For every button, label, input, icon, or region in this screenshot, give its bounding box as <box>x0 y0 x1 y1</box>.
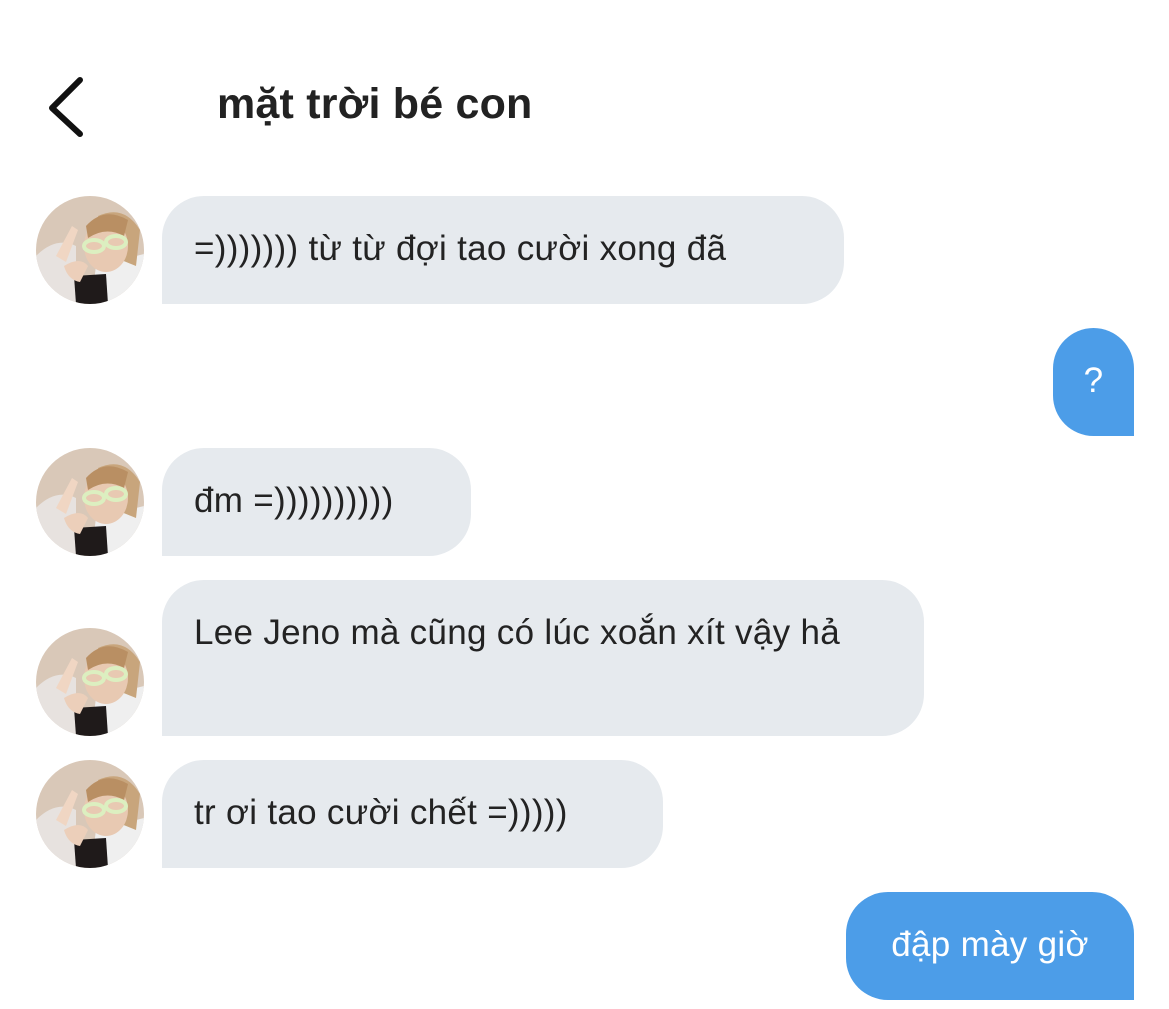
avatar[interactable] <box>36 760 144 868</box>
message-bubble-incoming[interactable]: tr ơi tao cười chết =))))) <box>162 760 663 868</box>
message-bubble-outgoing[interactable]: ? <box>1053 328 1134 436</box>
message-text: đm =)))))))))) <box>194 481 394 520</box>
message-bubble-outgoing[interactable]: đập mày giờ <box>846 892 1134 1000</box>
chat-title: mặt trời bé con <box>217 80 533 128</box>
message-text: =))))))) từ từ đợi tao cười xong đã <box>194 229 727 268</box>
avatar[interactable] <box>36 196 144 304</box>
message-bubble-incoming[interactable]: đm =)))))))))) <box>162 448 471 556</box>
back-button[interactable] <box>40 72 100 142</box>
avatar[interactable] <box>36 628 144 736</box>
message-text: tr ơi tao cười chết =))))) <box>194 793 568 832</box>
message-bubble-incoming[interactable]: =))))))) từ từ đợi tao cười xong đã <box>162 196 844 304</box>
message-text: đập mày giờ <box>891 925 1089 964</box>
message-bubble-incoming[interactable]: Lee Jeno mà cũng có lúc xoắn xít vậy hả <box>162 580 924 736</box>
message-text: ? <box>1083 361 1104 400</box>
avatar[interactable] <box>36 448 144 556</box>
chevron-left-icon <box>49 77 83 137</box>
chat-header: mặt trời bé con <box>0 0 1169 170</box>
message-text: Lee Jeno mà cũng có lúc xoắn xít vậy hả <box>194 613 840 652</box>
